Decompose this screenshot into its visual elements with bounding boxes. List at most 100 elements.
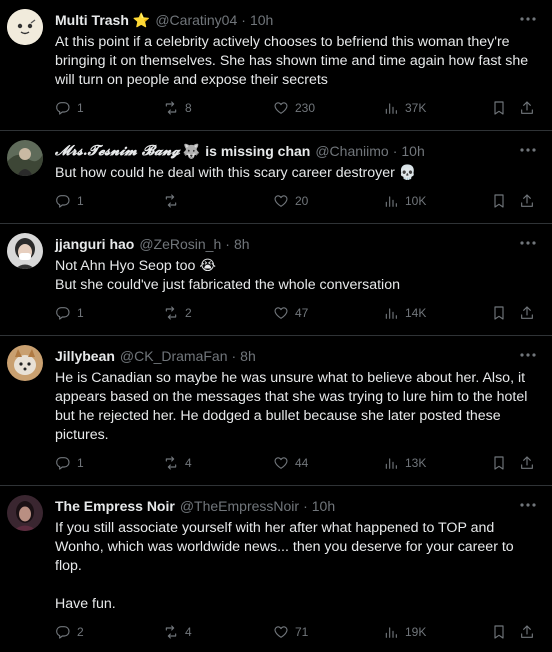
timestamp[interactable]: 10h: [250, 12, 273, 28]
more-icon[interactable]: [520, 143, 536, 157]
views-button[interactable]: 13K: [383, 455, 426, 471]
bookmark-button[interactable]: [491, 624, 507, 640]
separator-dot: ·: [392, 143, 398, 159]
share-icon: [521, 194, 533, 207]
repost-button[interactable]: 8: [163, 100, 192, 116]
tweet-header: jjanguri hao @ZeRosin_h · 8h: [55, 235, 250, 253]
tweet[interactable]: The Empress Noir @TheEmpressNoir · 10h I…: [0, 486, 552, 652]
share-icon: [521, 625, 533, 638]
reply-button[interactable]: 1: [55, 100, 84, 116]
like-count: 20: [295, 194, 309, 208]
repost-icon: [165, 194, 177, 208]
reply-count: 1: [77, 101, 84, 115]
views-icon: [385, 627, 397, 638]
more-icon[interactable]: [520, 236, 536, 250]
reply-count: 2: [77, 625, 84, 639]
repost-count: 4: [185, 456, 192, 470]
tweet[interactable]: Multi Trash ⭐ @Caratiny04 · 10h At this …: [0, 0, 552, 131]
bookmark-button[interactable]: [491, 100, 507, 116]
reply-button[interactable]: 1: [55, 193, 84, 209]
views-count: 10K: [405, 194, 427, 208]
tweet-text: If you still associate yourself with her…: [55, 520, 514, 612]
username[interactable]: @Chaniimo: [315, 143, 388, 159]
separator-dot: ·: [231, 348, 237, 364]
avatar[interactable]: [7, 140, 43, 176]
bookmark-button[interactable]: [491, 305, 507, 321]
views-count: 19K: [405, 625, 427, 639]
action-bar: 1 4 44 13K: [55, 455, 540, 475]
repost-button[interactable]: 2: [163, 305, 192, 321]
tweet[interactable]: 𝓜𝓻𝓼.𝓣𝓮𝓼𝓷𝓲𝓶 𝓑𝓪𝓷𝓰 🐺 is missing chan @Chani…: [0, 131, 552, 224]
display-name[interactable]: jjanguri hao: [55, 236, 134, 252]
username[interactable]: @ZeRosin_h: [139, 236, 221, 252]
wolf-icon: 🐺: [182, 142, 201, 159]
repost-button[interactable]: [163, 193, 185, 209]
like-button[interactable]: 44: [273, 455, 308, 471]
timestamp[interactable]: 8h: [240, 348, 256, 364]
separator-dot: ·: [241, 12, 246, 28]
views-button[interactable]: 37K: [383, 100, 426, 116]
separator-dot: ·: [225, 236, 230, 252]
share-icon: [521, 306, 533, 319]
views-button[interactable]: 10K: [383, 193, 426, 209]
views-icon: [385, 458, 397, 469]
star-icon: ⭐: [132, 11, 151, 28]
repost-button[interactable]: 4: [163, 455, 192, 471]
share-button[interactable]: [519, 305, 535, 321]
action-bar: 2 4 71 19K: [55, 624, 540, 644]
timestamp[interactable]: 8h: [234, 236, 250, 252]
reply-icon: [56, 626, 70, 639]
avatar[interactable]: [7, 9, 43, 45]
bookmark-button[interactable]: [491, 193, 507, 209]
repost-button[interactable]: 4: [163, 624, 192, 640]
tweet-text: At this point if a celebrity actively ch…: [55, 34, 533, 88]
avatar[interactable]: [7, 345, 43, 381]
like-button[interactable]: 47: [273, 305, 308, 321]
reply-icon: [56, 457, 70, 470]
bookmark-button[interactable]: [491, 455, 507, 471]
timestamp[interactable]: 10h: [401, 143, 424, 159]
share-button[interactable]: [519, 455, 535, 471]
tweet[interactable]: Jillybean @CK_DramaFan · 8h He is Canadi…: [0, 336, 552, 486]
tweet-header: 𝓜𝓻𝓼.𝓣𝓮𝓼𝓷𝓲𝓶 𝓑𝓪𝓷𝓰 🐺 is missing chan @Chani…: [55, 142, 425, 160]
reply-button[interactable]: 2: [55, 624, 84, 640]
like-icon: [274, 102, 288, 114]
like-button[interactable]: 20: [273, 193, 308, 209]
more-icon[interactable]: [520, 12, 536, 26]
avatar[interactable]: [7, 495, 43, 531]
reply-button[interactable]: 1: [55, 305, 84, 321]
reply-icon: [56, 102, 70, 115]
views-count: 14K: [405, 306, 427, 320]
avatar[interactable]: [7, 233, 43, 269]
timestamp[interactable]: 10h: [312, 498, 335, 514]
display-name[interactable]: Jillybean: [55, 348, 115, 364]
repost-count: 4: [185, 625, 192, 639]
tweet[interactable]: jjanguri hao @ZeRosin_h · 8h Not Ahn Hyo…: [0, 224, 552, 336]
reply-button[interactable]: 1: [55, 455, 84, 471]
share-button[interactable]: [519, 624, 535, 640]
more-icon[interactable]: [520, 348, 536, 362]
like-button[interactable]: 230: [273, 100, 315, 116]
views-icon: [385, 308, 397, 319]
repost-icon: [165, 101, 177, 115]
views-button[interactable]: 19K: [383, 624, 426, 640]
display-name[interactable]: The Empress Noir: [55, 498, 175, 514]
display-name[interactable]: 𝓜𝓻𝓼.𝓣𝓮𝓼𝓷𝓲𝓶 𝓑𝓪𝓷𝓰: [55, 143, 180, 159]
bookmark-icon: [494, 306, 504, 320]
share-icon: [521, 456, 533, 469]
repost-icon: [165, 456, 177, 470]
like-count: 230: [295, 101, 316, 115]
views-button[interactable]: 14K: [383, 305, 426, 321]
bookmark-icon: [494, 625, 504, 639]
more-icon[interactable]: [520, 498, 536, 512]
username[interactable]: @CK_DramaFan: [120, 348, 228, 364]
username[interactable]: @Caratiny04: [155, 12, 237, 28]
like-button[interactable]: 71: [273, 624, 308, 640]
display-name[interactable]: Multi Trash: [55, 12, 129, 28]
display-name-suffix[interactable]: is missing chan: [205, 143, 310, 159]
share-button[interactable]: [519, 193, 535, 209]
action-bar: 1 20 10K: [55, 193, 540, 213]
share-button[interactable]: [519, 100, 535, 116]
username[interactable]: @TheEmpressNoir: [180, 498, 299, 514]
action-bar: 1 2 47 14K: [55, 305, 540, 325]
